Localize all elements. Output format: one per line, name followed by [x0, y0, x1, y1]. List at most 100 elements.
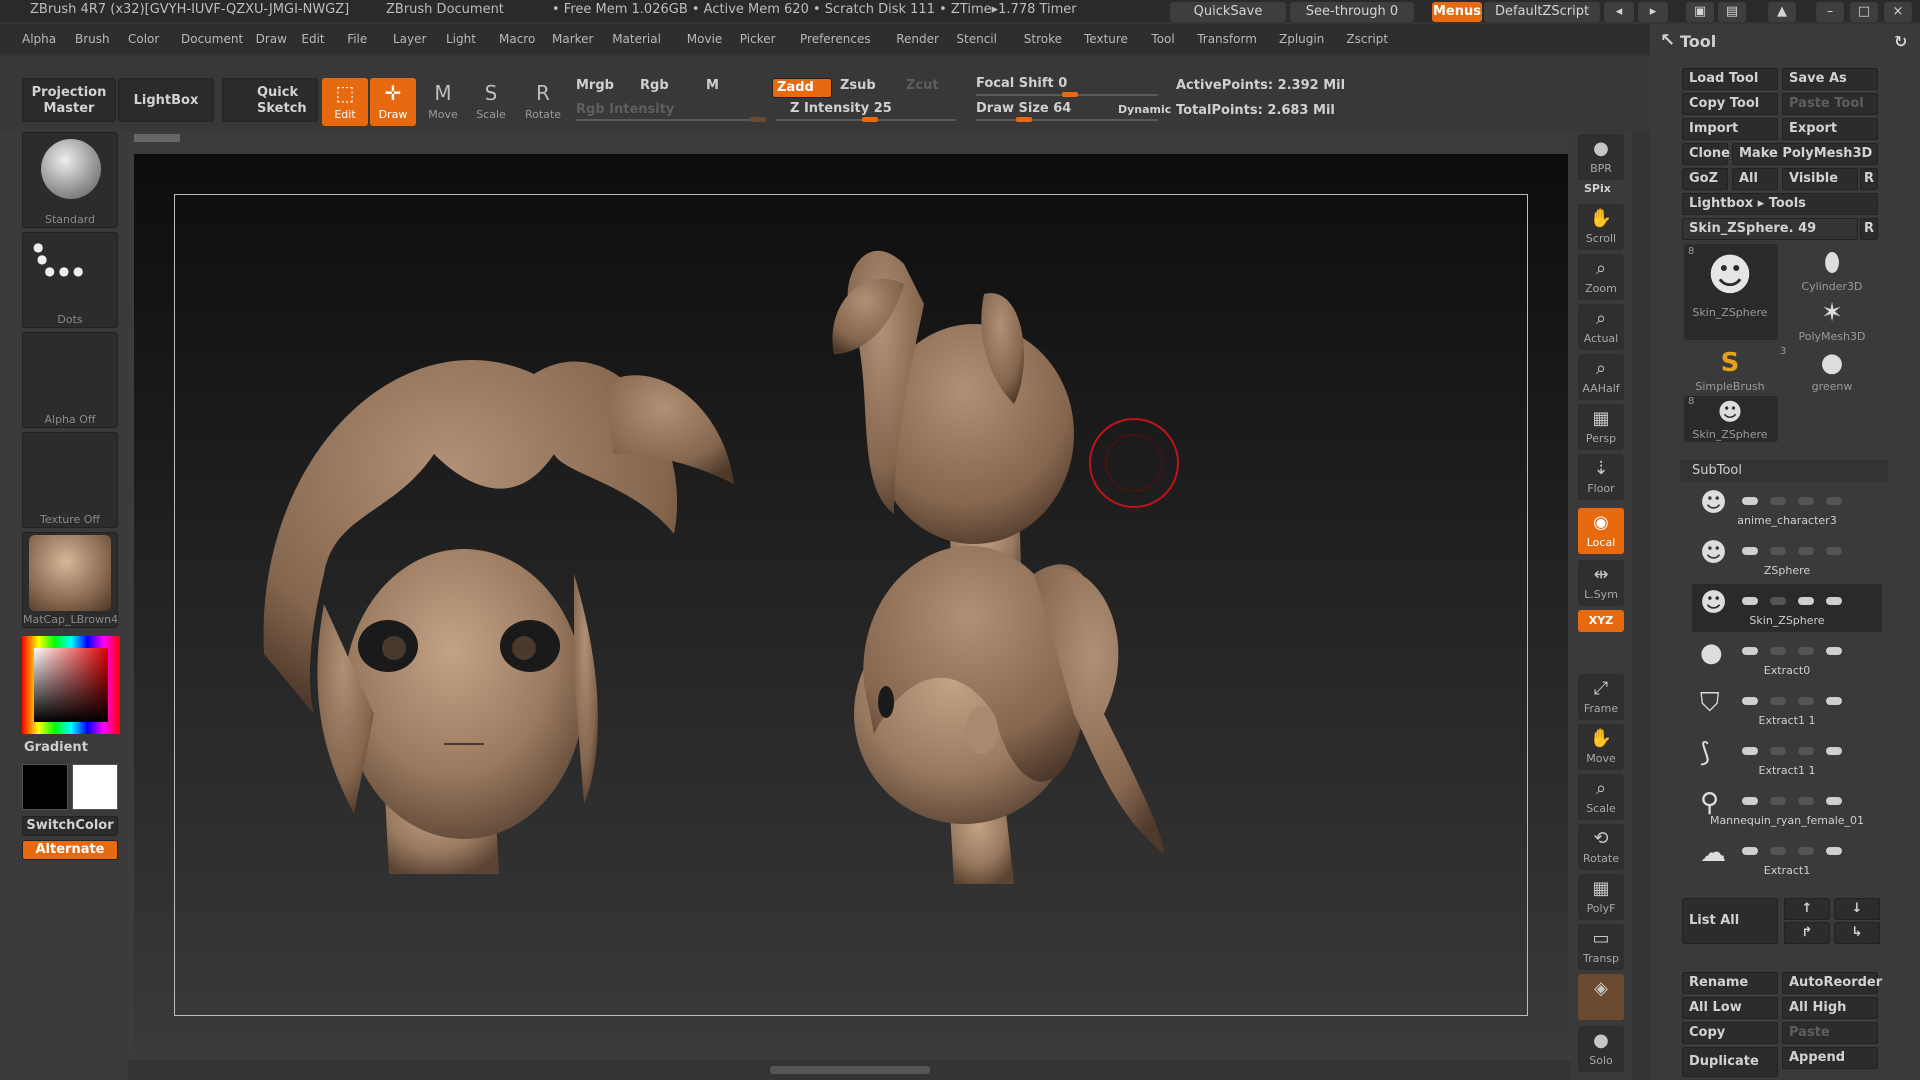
lock-icon[interactable]: ▲ [1768, 2, 1796, 22]
zsub-button[interactable]: Zsub [840, 78, 876, 93]
projection-master-button[interactable]: Projection Master [22, 78, 116, 122]
import-button[interactable]: Import [1682, 118, 1778, 140]
move-to-bottom-icon[interactable]: ↳ [1834, 922, 1880, 944]
prev-icon[interactable]: ◂ [1604, 2, 1634, 22]
layout-icon[interactable]: ▣ [1686, 2, 1714, 22]
persp-button[interactable]: ▦ Persp [1578, 404, 1624, 450]
menu-item-material[interactable]: Material [612, 32, 661, 46]
clone-button[interactable]: Clone [1682, 143, 1730, 165]
subtool-toggles[interactable] [1742, 640, 1872, 655]
rotate-mode-button[interactable]: R Rotate [520, 78, 566, 126]
append-button[interactable]: Append [1782, 1047, 1878, 1069]
viewport-scroll-handle[interactable] [134, 134, 180, 142]
current-tool-slider[interactable]: Skin_ZSphere. 49 [1682, 218, 1858, 240]
z-intensity-slider[interactable]: Z Intensity 25 [790, 101, 892, 116]
floor-button[interactable]: ⇣ Floor [1578, 454, 1624, 500]
menu-item-stroke[interactable]: Stroke [1024, 32, 1062, 46]
layout2-icon[interactable]: ▤ [1718, 2, 1746, 22]
move-to-top-icon[interactable]: ↱ [1784, 922, 1830, 944]
menu-item-color[interactable]: Color [128, 32, 159, 46]
bottom-shelf-toggle[interactable] [770, 1066, 930, 1074]
xyz-button[interactable]: XYZ [1578, 610, 1624, 632]
menu-item-stencil[interactable]: Stencil [956, 32, 997, 46]
goz-button[interactable]: GoZ [1682, 168, 1728, 190]
alternate-button[interactable]: Alternate [22, 840, 118, 860]
move-down-icon[interactable]: ↓ [1834, 898, 1880, 920]
dynamic-toggle[interactable]: Dynamic [1118, 103, 1171, 116]
copy-tool-button[interactable]: Copy Tool [1682, 93, 1778, 115]
move-mode-button[interactable]: M Move [420, 78, 466, 126]
menu-item-brush[interactable]: Brush [75, 32, 110, 46]
edit-mode-button[interactable]: ⬚ Edit [322, 78, 368, 126]
see-through-slider[interactable]: See-through 0 [1290, 2, 1414, 22]
close-icon[interactable]: × [1884, 2, 1912, 22]
alpha-selector[interactable]: Alpha Off [22, 332, 118, 428]
subtool-row[interactable]: ⚲ Mannequin_ryan_female_01 [1692, 784, 1882, 832]
zcut-button[interactable]: Zcut [906, 78, 939, 93]
menu-item-preferences[interactable]: Preferences [800, 32, 871, 46]
make-polymesh-button[interactable]: Make PolyMesh3D [1732, 143, 1878, 165]
menu-item-alpha[interactable]: Alpha [22, 32, 56, 46]
rename-button[interactable]: Rename [1682, 972, 1778, 994]
scale-view-button[interactable]: ⌕ Scale [1578, 774, 1624, 820]
menu-item-document[interactable]: Document [181, 32, 243, 46]
load-tool-button[interactable]: Load Tool [1682, 68, 1778, 90]
draw-mode-button[interactable]: ✛ Draw [370, 78, 416, 126]
subtool-toggles[interactable] [1742, 840, 1872, 855]
focal-shift-slider[interactable]: Focal Shift 0 [976, 76, 1067, 91]
current-tool-r-button[interactable]: R [1860, 218, 1878, 240]
quick-sketch-button[interactable]: Quick Sketch [222, 78, 318, 122]
goz-visible-button[interactable]: Visible [1782, 168, 1858, 190]
polyf-button[interactable]: ▦ PolyF [1578, 874, 1624, 920]
move-view-button[interactable]: ✋ Move [1578, 724, 1624, 770]
menu-item-picker[interactable]: Picker [740, 32, 776, 46]
scroll-button[interactable]: ✋ Scroll [1578, 204, 1624, 250]
default-zscript-button[interactable]: DefaultZScript [1484, 2, 1600, 22]
lightbox-tools-button[interactable]: Lightbox ▸ Tools [1682, 193, 1878, 215]
tool-thumb-skin-zsphere[interactable]: ☻ Skin_ZSphere 8 [1684, 246, 1776, 340]
brush-selector[interactable]: Standard [22, 132, 118, 228]
all-high-button[interactable]: All High [1782, 997, 1878, 1019]
color-picker[interactable] [22, 636, 120, 734]
menu-item-macro[interactable]: Macro [499, 32, 535, 46]
lsym-button[interactable]: ⇹ L.Sym [1578, 560, 1624, 606]
rgb-intensity-slider[interactable]: Rgb Intensity [576, 102, 674, 117]
stroke-selector[interactable]: ● ● ● ● ● Dots [22, 232, 118, 328]
paste-subtool-button[interactable]: Paste [1782, 1022, 1878, 1044]
switchcolor-button[interactable]: SwitchColor [22, 816, 118, 836]
gradient-label[interactable]: Gradient [24, 740, 88, 755]
menu-item-texture[interactable]: Texture [1084, 32, 1128, 46]
bpr-button[interactable]: ● BPR [1578, 134, 1624, 180]
menus-button[interactable]: Menus [1432, 2, 1482, 22]
subtool-row[interactable]: ⛉ Extract1 1 [1692, 684, 1882, 732]
secondary-color-swatch[interactable] [72, 764, 118, 810]
transp-button[interactable]: ▭ Transp [1578, 924, 1624, 970]
main-color-swatch[interactable] [22, 764, 68, 810]
autoreorder-button[interactable]: AutoReorder [1782, 972, 1882, 994]
subtool-toggles[interactable] [1742, 540, 1872, 555]
rgb-button[interactable]: Rgb [640, 78, 669, 93]
minimize-icon[interactable]: – [1816, 2, 1844, 22]
menu-item-edit[interactable]: Edit [301, 32, 324, 46]
subtool-row[interactable]: ● Extract0 [1692, 634, 1882, 682]
menu-item-tool[interactable]: Tool [1151, 32, 1174, 46]
tool-thumb-cylinder3d[interactable]: ⬮ Cylinder3D [1786, 246, 1878, 296]
ghost-button[interactable]: ◈ [1578, 974, 1624, 1020]
spix-slider[interactable]: SPix [1584, 182, 1611, 195]
menu-item-file[interactable]: File [347, 32, 367, 46]
lightbox-button[interactable]: LightBox [118, 78, 214, 122]
next-icon[interactable]: ▸ [1638, 2, 1668, 22]
subtool-toggles[interactable] [1742, 690, 1872, 705]
subtool-row[interactable]: ⟆ Extract1 1 [1692, 734, 1882, 782]
actual-button[interactable]: ⌕ Actual [1578, 304, 1624, 350]
menu-item-render[interactable]: Render [896, 32, 939, 46]
frame-button[interactable]: ⤢ Frame [1578, 674, 1624, 720]
all-low-button[interactable]: All Low [1682, 997, 1778, 1019]
mrgb-button[interactable]: Mrgb [576, 78, 614, 93]
list-all-button[interactable]: List All [1682, 898, 1778, 944]
zoom-button[interactable]: ⌕ Zoom [1578, 254, 1624, 300]
goz-all-button[interactable]: All [1732, 168, 1778, 190]
save-as-button[interactable]: Save As [1782, 68, 1878, 90]
menu-item-movie[interactable]: Movie [687, 32, 723, 46]
subtool-toggles[interactable] [1742, 790, 1872, 805]
